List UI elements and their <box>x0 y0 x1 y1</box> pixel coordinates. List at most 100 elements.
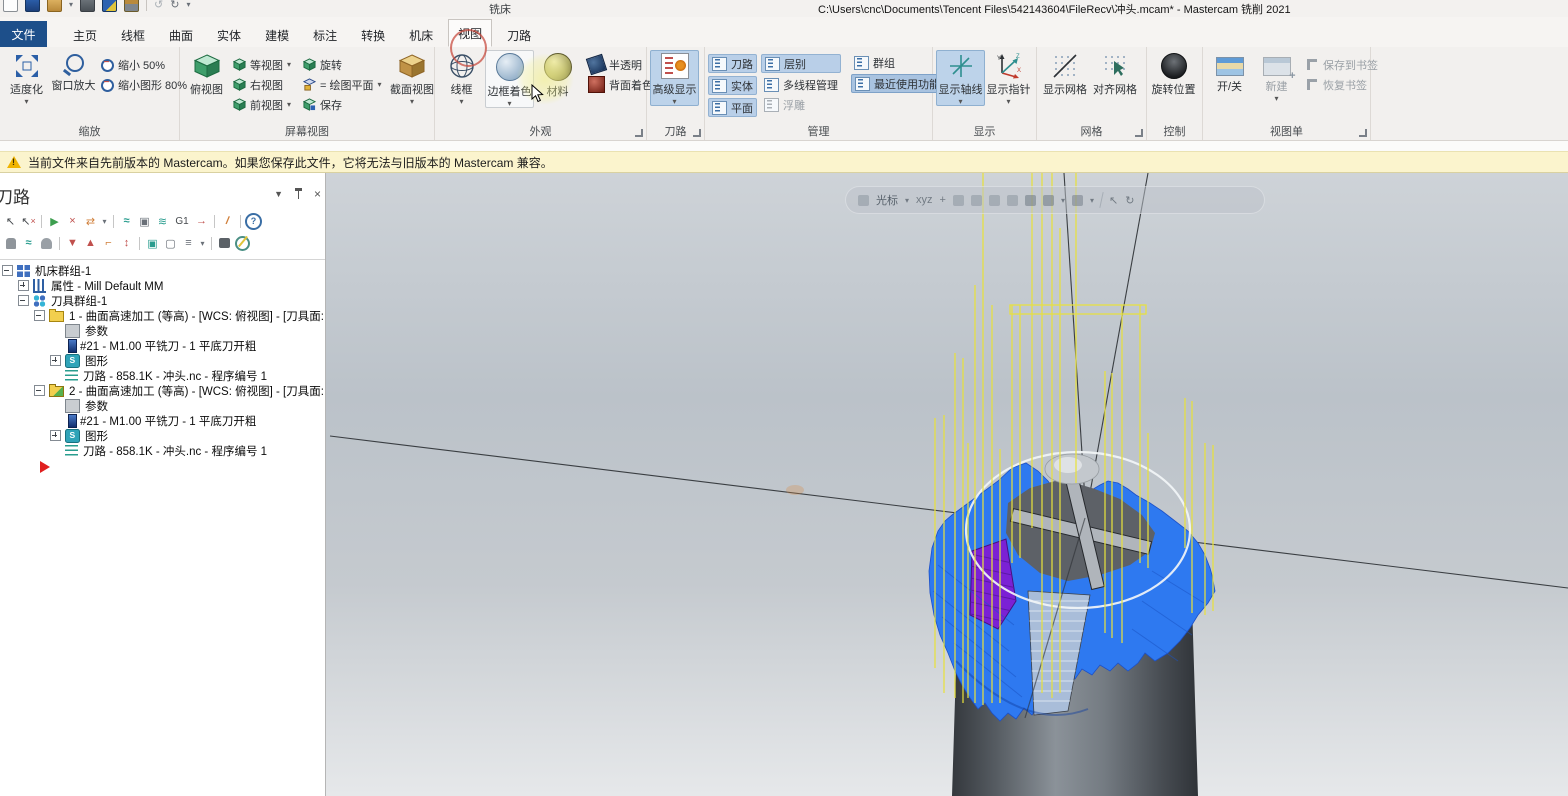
grid-overlay-icon[interactable] <box>1072 195 1083 206</box>
help-icon[interactable]: ? <box>245 213 262 229</box>
tree-row[interactable]: 参数 <box>0 398 325 413</box>
g1-button[interactable]: G1 <box>172 213 192 229</box>
tree-row[interactable]: #21 - M1.00 平铣刀 - 1 平底刀开粗 <box>0 338 325 353</box>
remove-selected-icon[interactable]: × <box>64 213 81 229</box>
tab-view[interactable]: 视图 <box>448 19 492 47</box>
iso-view-button[interactable]: 等视图▾ <box>230 56 294 73</box>
backside-shading-button[interactable]: 背面着色 <box>585 76 656 93</box>
tree-row[interactable]: #21 - M1.00 平铣刀 - 1 平底刀开粗 <box>0 413 325 428</box>
toolpath-options-icon[interactable]: ≋ <box>154 213 171 229</box>
undo-icon[interactable]: ↺ <box>154 0 163 11</box>
xyz-entry-icon[interactable]: xyz <box>916 194 933 206</box>
chevron-down-icon[interactable]: ▾ <box>198 235 207 251</box>
planes-manager-toggle[interactable]: 平面 <box>708 98 757 117</box>
chevron-down-icon[interactable]: ▾ <box>958 99 962 105</box>
select-all-icon[interactable]: ↖ <box>2 213 19 229</box>
open-caret-icon[interactable]: ▾ <box>69 0 73 9</box>
tab-machine[interactable]: 机床 <box>400 23 442 47</box>
move-down-icon[interactable]: ▼ <box>64 235 81 251</box>
move-insert-icon[interactable]: ⌐ <box>100 235 117 251</box>
tab-surfaces[interactable]: 曲面 <box>160 23 202 47</box>
top-view-button[interactable]: 俯视图 <box>183 50 230 97</box>
zoom-out-80-button[interactable]: 缩小图形 80% <box>97 76 190 93</box>
cplane-view-button[interactable]: = 绘图平面▾ <box>300 76 385 93</box>
ghost-ops-icon[interactable] <box>38 235 55 251</box>
tree-row[interactable]: 机床群组-1 <box>0 263 325 278</box>
advanced-display-button[interactable]: 高级显示 ▾ <box>650 50 699 106</box>
edit-common-icon[interactable]: / <box>218 211 238 230</box>
refresh-icon[interactable]: ↻ <box>1125 194 1134 207</box>
window-zoom-button[interactable]: 窗口放大 <box>50 50 97 93</box>
move-up-icon[interactable]: ▲ <box>82 235 99 251</box>
machine-sim-icon[interactable] <box>216 235 233 251</box>
pin-icon[interactable] <box>294 188 303 200</box>
overlay-icon[interactable] <box>1007 195 1018 206</box>
overlay-icon[interactable] <box>989 195 1000 206</box>
tab-drafting[interactable]: 标注 <box>304 23 346 47</box>
chevron-down-icon[interactable]: ▾ <box>24 99 28 105</box>
outline-shaded-button[interactable]: 边框着色 ▾ <box>485 50 534 108</box>
overlay-icon[interactable] <box>971 195 982 206</box>
recent-functions-toggle[interactable]: 最近使用功能 <box>851 74 944 93</box>
tree-row[interactable]: 图形 <box>0 353 325 368</box>
expand-icon[interactable] <box>50 430 61 441</box>
redo-caret-icon[interactable]: ▾ <box>186 0 190 9</box>
tree-row[interactable]: 2 - 曲面高速加工 (等高) - [WCS: 俯视图] - [刀具面: 俯视 <box>0 383 325 398</box>
report-icon[interactable] <box>124 0 139 12</box>
tab-toolpaths[interactable]: 刀路 <box>498 23 540 47</box>
select-cursor-icon[interactable]: ↖ <box>1109 194 1118 207</box>
cursor-label[interactable]: 光标 <box>876 192 898 208</box>
snap-grid-button[interactable]: 对齐网格 <box>1090 50 1140 97</box>
post-selected-icon[interactable]: → <box>193 213 210 229</box>
chevron-down-icon[interactable]: ▾ <box>459 99 463 105</box>
chevron-down-icon[interactable]: ▾ <box>507 101 511 107</box>
tab-transform[interactable]: 转换 <box>352 23 394 47</box>
front-view-button[interactable]: 前视图▾ <box>230 96 294 113</box>
levels-manager-toggle[interactable]: 层别 <box>761 54 841 73</box>
tab-solids[interactable]: 实体 <box>208 23 250 47</box>
save-as-icon[interactable] <box>102 0 117 12</box>
autocursor-mode-icon[interactable] <box>858 195 869 206</box>
tree-insert-marker-row[interactable] <box>0 458 325 475</box>
verify-icon[interactable]: ▢ <box>162 235 179 251</box>
collapse-icon[interactable] <box>18 295 29 306</box>
collapse-icon[interactable] <box>2 265 13 276</box>
panel-menu-caret-icon[interactable]: ▼ <box>274 189 283 199</box>
show-pointer-button[interactable]: YZX 显示指针 ▾ <box>985 50 1032 105</box>
right-view-button[interactable]: 右视图 <box>230 76 294 93</box>
solids-manager-toggle[interactable]: 实体 <box>708 76 757 95</box>
save-icon[interactable] <box>25 0 40 12</box>
tree-row[interactable]: 刀具群组-1 <box>0 293 325 308</box>
print-icon[interactable] <box>80 0 95 12</box>
save-view-button[interactable]: 保存 <box>300 96 385 113</box>
tree-row[interactable]: 刀路 - 858.1K - 冲头.nc - 程序编号 1 <box>0 368 325 383</box>
tab-model[interactable]: 建模 <box>256 23 298 47</box>
simulator-options-icon[interactable]: ≡ <box>180 235 197 251</box>
select-none-icon[interactable]: ↖× <box>20 213 37 229</box>
chevron-down-icon[interactable]: ▾ <box>905 196 909 205</box>
groups-manager-toggle[interactable]: 群组 <box>851 54 944 71</box>
plus-icon[interactable]: + <box>940 194 946 206</box>
tree-row[interactable]: 图形 <box>0 428 325 443</box>
post-icon[interactable] <box>234 235 251 251</box>
tree-row[interactable]: 1 - 曲面高速加工 (等高) - [WCS: 俯视图] - [刀具面: 俯视 <box>0 308 325 323</box>
toggle-toolpath-icon[interactable]: ≈ <box>20 235 37 251</box>
rotate-view-button[interactable]: 旋转 <box>300 56 385 73</box>
overlay-icon[interactable] <box>1025 195 1036 206</box>
show-grid-button[interactable]: 显示网格 <box>1040 50 1090 97</box>
section-view-button[interactable]: 截面视图 ▾ <box>389 50 436 105</box>
tab-home[interactable]: 主页 <box>64 23 106 47</box>
chevron-down-icon[interactable]: ▾ <box>100 213 109 229</box>
wireframe-shading-button[interactable]: 线框 ▾ <box>438 50 485 105</box>
close-icon[interactable]: × <box>314 187 321 201</box>
show-axes-button[interactable]: 显示轴线 ▾ <box>936 50 985 106</box>
regen-dirty-icon[interactable]: ⇄ <box>82 213 99 229</box>
backplot-icon[interactable]: ▣ <box>144 235 161 251</box>
scroll-insert-icon[interactable]: ↕ <box>118 235 135 251</box>
open-file-icon[interactable] <box>47 0 62 12</box>
tree-row[interactable]: 刀路 - 858.1K - 冲头.nc - 程序编号 1 <box>0 443 325 458</box>
expand-icon[interactable] <box>50 355 61 366</box>
collapse-icon[interactable] <box>34 385 45 396</box>
translucency-button[interactable]: 半透明 <box>585 56 656 73</box>
regen-selected-icon[interactable]: ▶ <box>46 213 63 229</box>
